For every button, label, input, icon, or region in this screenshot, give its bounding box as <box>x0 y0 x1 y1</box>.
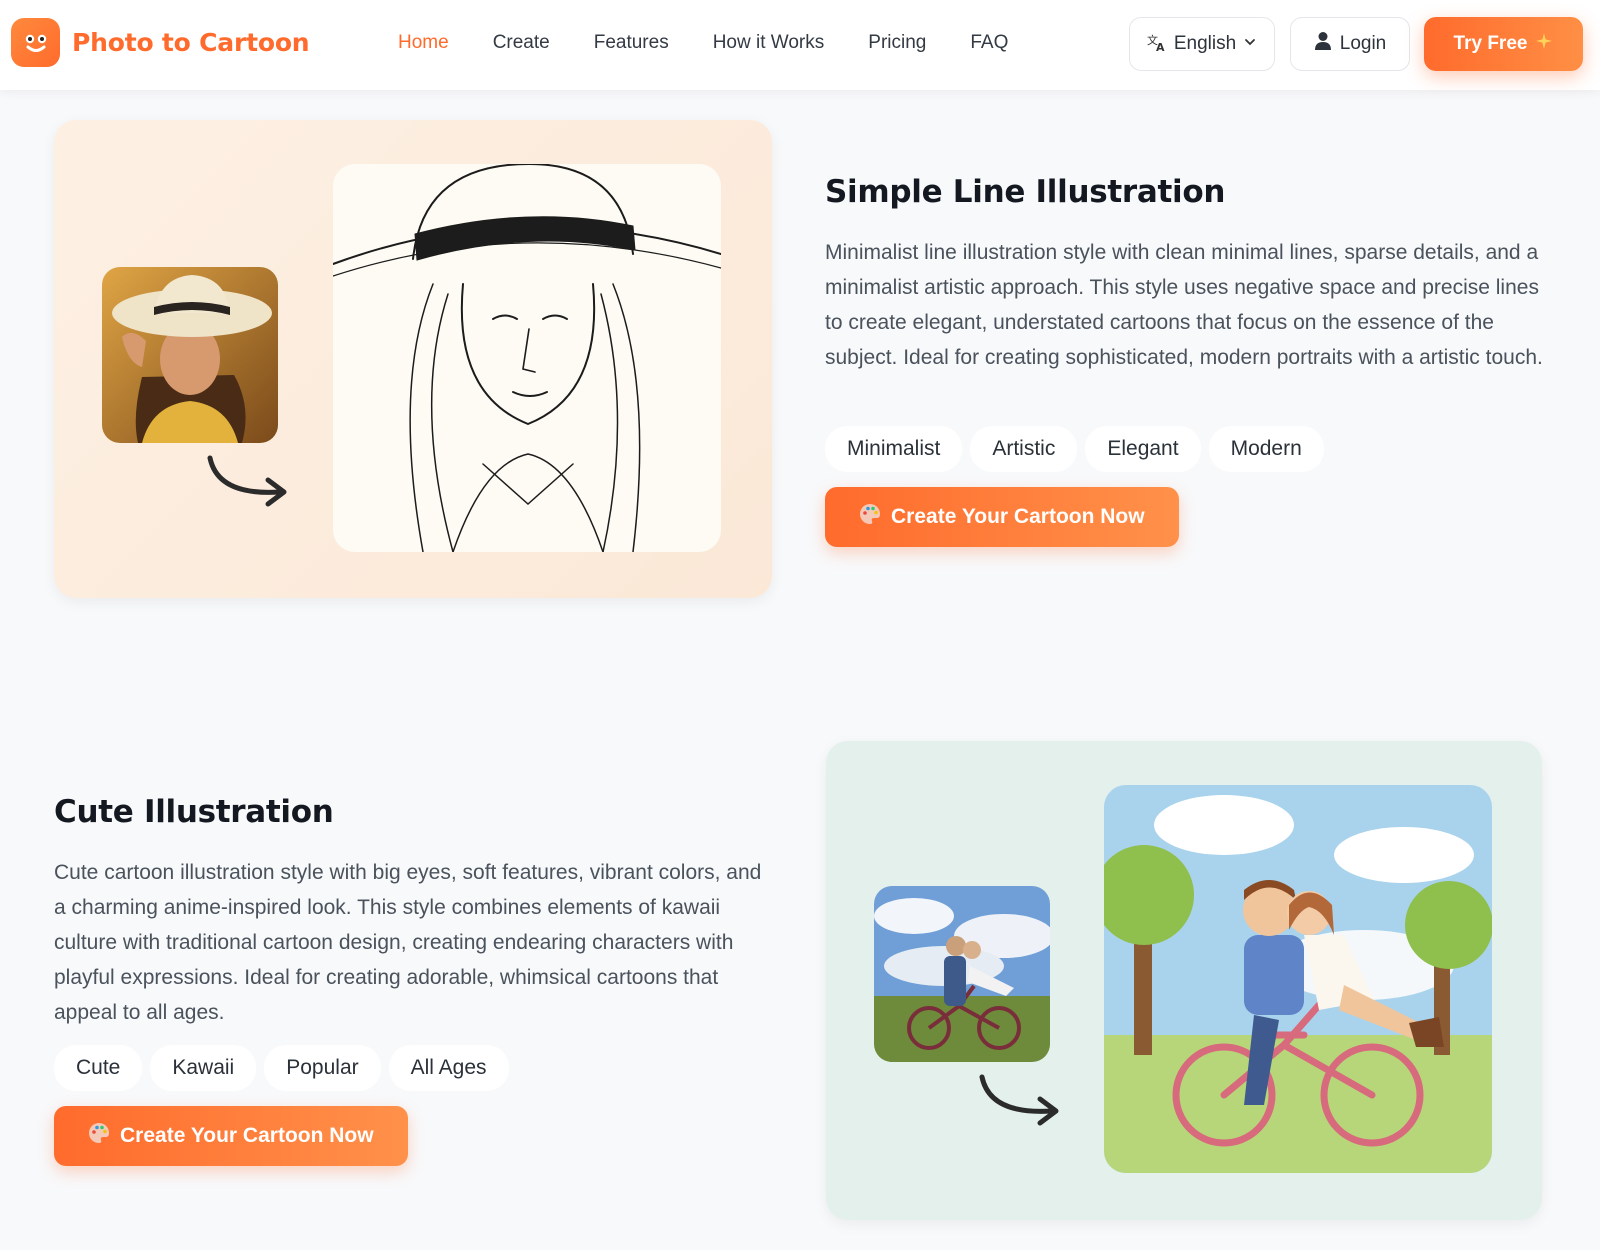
style-tag: Popular <box>264 1045 381 1091</box>
create-cartoon-button[interactable]: Create Your Cartoon Now <box>54 1106 408 1166</box>
brand-logo[interactable]: Photo to Cartoon <box>11 18 310 67</box>
curved-arrow-icon <box>204 450 294 510</box>
brand-name: Photo to Cartoon <box>72 28 310 57</box>
nav-how-it-works[interactable]: How it Works <box>713 32 825 54</box>
original-photo-portrait <box>102 267 278 443</box>
curved-arrow-icon <box>976 1069 1066 1129</box>
login-button[interactable]: Login <box>1290 17 1410 71</box>
language-label: English <box>1173 33 1237 54</box>
cta-label: Create Your Cartoon Now <box>120 1124 374 1147</box>
cute-cartoon-result <box>1104 785 1492 1173</box>
nav-faq[interactable]: FAQ <box>970 32 1008 54</box>
tag-list: Minimalist Artistic Elegant Modern <box>825 426 1324 472</box>
cute-illustration-showcase <box>826 741 1542 1220</box>
original-photo-couple-bike <box>874 886 1050 1062</box>
login-label: Login <box>1339 33 1387 54</box>
cta-label: Create Your Cartoon Now <box>891 505 1145 528</box>
nav-features[interactable]: Features <box>594 32 669 54</box>
chevron-down-icon <box>1243 33 1257 55</box>
translate-icon: 文A <box>1147 32 1167 57</box>
section-description: Cute cartoon illustration style with big… <box>54 861 762 1024</box>
style-tag: Minimalist <box>825 426 963 472</box>
sparkle-icon <box>1535 32 1553 56</box>
palette-icon <box>859 503 881 531</box>
svg-text:A: A <box>1156 41 1165 52</box>
palette-icon <box>88 1122 110 1150</box>
style-tag: Artistic <box>970 426 1078 472</box>
try-free-button[interactable]: Try Free <box>1424 17 1583 71</box>
style-tag: Cute <box>54 1045 143 1091</box>
line-illustration-showcase <box>54 120 772 598</box>
smiley-logo-icon <box>11 18 60 67</box>
tag-list: Cute Kawaii Popular All Ages <box>54 1045 509 1091</box>
create-cartoon-button[interactable]: Create Your Cartoon Now <box>825 487 1179 547</box>
style-tag: Elegant <box>1085 426 1201 472</box>
nav-create[interactable]: Create <box>493 32 550 54</box>
section-description: Minimalist line illustration style with … <box>825 241 1543 369</box>
style-tag: Modern <box>1208 426 1324 472</box>
language-selector[interactable]: 文A English <box>1129 17 1275 71</box>
nav-pricing[interactable]: Pricing <box>868 32 926 54</box>
line-art-result <box>333 164 721 552</box>
top-navbar: Photo to Cartoon Home Create Features Ho… <box>0 0 1600 90</box>
style-tag: All Ages <box>388 1045 509 1091</box>
user-icon <box>1314 31 1332 57</box>
try-free-label: Try Free <box>1453 33 1528 54</box>
main-nav: Home Create Features How it Works Pricin… <box>398 32 1052 54</box>
section-title: Simple Line Illustration <box>825 174 1226 210</box>
section-title: Cute Illustration <box>54 794 334 830</box>
nav-home[interactable]: Home <box>398 32 449 54</box>
style-tag: Kawaii <box>150 1045 257 1091</box>
